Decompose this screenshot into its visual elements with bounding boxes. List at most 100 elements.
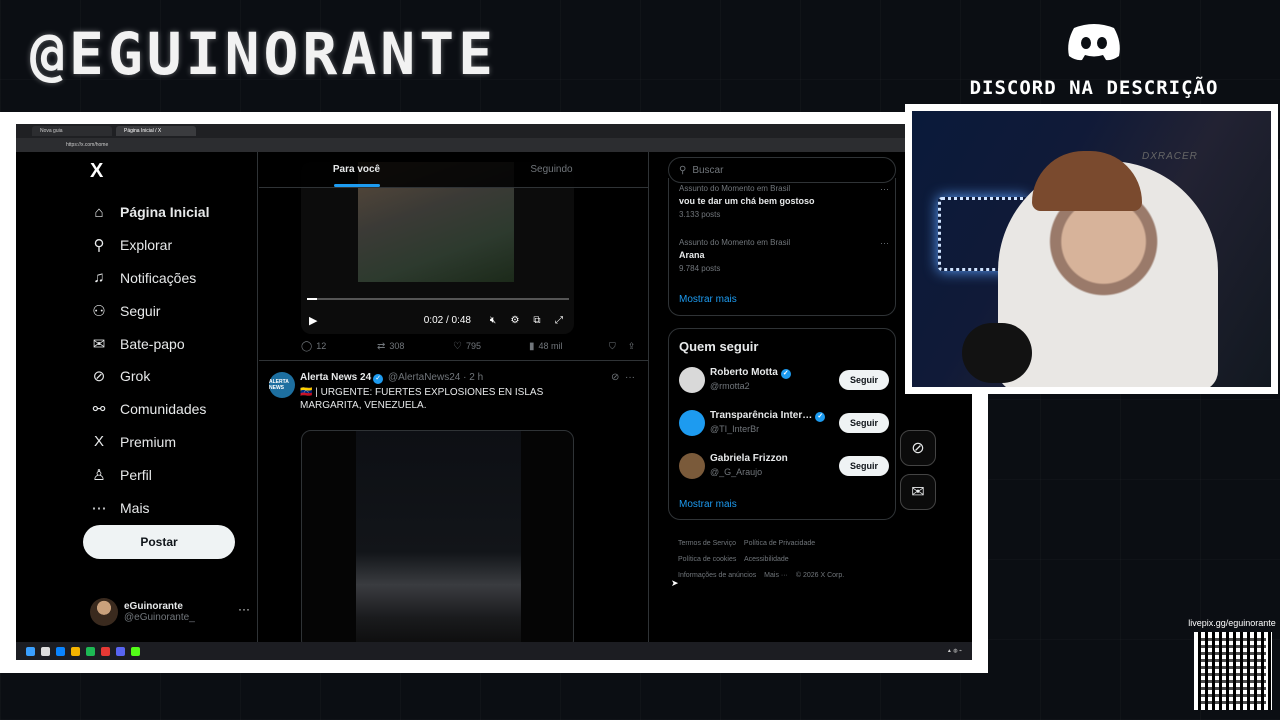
streamer-hair (1032, 151, 1142, 211)
footer-link[interactable]: Política de cookies (678, 556, 736, 563)
follow-button[interactable]: Seguir (839, 413, 889, 433)
grok-icon[interactable]: ⊘ (611, 372, 619, 383)
windows-taskbar: ▲ ◍ ⌁ (16, 642, 972, 660)
play-icon[interactable]: ▶ (309, 314, 317, 327)
tab-for-you[interactable]: Para você (259, 152, 454, 187)
follow-suggestion[interactable]: Roberto Motta ✓ @rmotta2 Seguir (679, 365, 889, 395)
tweet-video[interactable] (301, 430, 574, 642)
tweet-tools: ⊘ ··· (611, 372, 635, 383)
taskbar-app-icon[interactable] (131, 646, 140, 656)
video-progress-bar[interactable] (307, 298, 569, 300)
system-tray[interactable]: ▲ ◍ ⌁ (947, 648, 962, 654)
follow-button[interactable]: Seguir (839, 456, 889, 476)
mail-icon: ✉ (92, 335, 106, 353)
taskbar-app-icon[interactable] (101, 646, 110, 656)
nav-item-premium[interactable]: X Premium (90, 426, 209, 459)
repost-count: 308 (389, 341, 405, 351)
follow-suggestion[interactable]: Gabriela Frizzon @_G_Araujo Seguir (679, 451, 889, 481)
address-bar[interactable]: https://x.com/home (16, 138, 972, 152)
nav-label: Mais (120, 499, 150, 516)
like-button[interactable]: ♡ 795 (453, 341, 529, 352)
more-options-icon[interactable]: ··· (880, 238, 889, 248)
nav-label: Seguir (120, 302, 161, 319)
more-options-icon[interactable]: ··· (625, 372, 635, 383)
mute-icon[interactable]: 🔇︎ (485, 315, 501, 326)
more-options-icon[interactable]: ··· (880, 184, 889, 194)
nav-item-grok[interactable]: ⊘ Grok (90, 360, 209, 393)
suggestion-name: Roberto Motta ✓ (710, 367, 791, 379)
discord-icon (1068, 24, 1120, 61)
taskbar-app-icon[interactable] (86, 646, 95, 656)
footer-link[interactable]: Informações de anúncios (678, 572, 756, 579)
nav-item-home[interactable]: ⌂ Página Inicial (90, 196, 209, 229)
pip-icon[interactable]: ⧉ (529, 315, 545, 326)
trend-item[interactable]: Assunto do Momento em Brasil vou te dar … (679, 184, 889, 219)
messages-floating-button[interactable]: ✉ (900, 474, 936, 510)
follow-suggestion[interactable]: Transparência Inter… ✓ @TI_InterBr Seguir (679, 408, 889, 438)
nav-label: Explorar (120, 237, 173, 254)
more-options-icon[interactable]: ··· (238, 602, 250, 616)
x-logo-icon[interactable]: X (90, 160, 103, 183)
taskbar-app-icon[interactable] (56, 646, 65, 656)
avatar[interactable] (679, 410, 705, 436)
avatar[interactable] (679, 367, 705, 393)
browser-tab[interactable]: Nova guia (32, 126, 112, 136)
trend-item[interactable]: Assunto do Momento em Brasil Arana 9.784… (679, 238, 889, 273)
tweet-header: Alerta News 24 ✓ @AlertaNews24 · 2 h (300, 372, 483, 384)
share-icon[interactable]: ⇪ (628, 341, 636, 352)
search-input[interactable]: ⚲ Buscar (668, 157, 896, 183)
nav-item-chat[interactable]: ✉ Bate-papo (90, 327, 209, 360)
nav-item-communities[interactable]: ⚯ Comunidades (90, 393, 209, 426)
reply-button[interactable]: ◯ 12 (301, 341, 377, 352)
browser-tab-active[interactable]: Página Inicial / X (116, 126, 196, 136)
views-button[interactable]: ▮ 48 mil (529, 341, 605, 352)
taskbar-app-icon[interactable] (71, 646, 80, 656)
start-icon[interactable] (26, 646, 35, 656)
nav-item-profile[interactable]: ♙ Perfil (90, 458, 209, 491)
mail-icon: ✉ (911, 484, 925, 501)
taskbar-search-icon[interactable] (41, 646, 50, 656)
like-count: 795 (465, 341, 481, 351)
divider (259, 360, 648, 361)
account-name: eGuinorante (124, 601, 183, 612)
avatar[interactable] (679, 453, 705, 479)
footer-link[interactable]: Política de Privacidade (744, 540, 815, 547)
stream-overlay: @EGUINORANTE DISCORD NA DESCRIÇÃO Nova g… (0, 0, 1280, 720)
post-button[interactable]: Postar (83, 525, 235, 559)
follow-button[interactable]: Seguir (839, 370, 889, 390)
tab-following[interactable]: Seguindo (454, 152, 648, 187)
avatar (90, 598, 118, 626)
video-time: 0:02 / 0:48 (423, 314, 471, 326)
x-page: X ⌂ Página Inicial ⚲ Explorar ♫ Notificaçõe… (16, 152, 972, 642)
repost-button[interactable]: ⇄ 308 (377, 341, 453, 352)
nav-item-explore[interactable]: ⚲ Explorar (90, 229, 209, 262)
footer-link[interactable]: Termos de Serviço (678, 540, 736, 547)
footer-link[interactable]: Acessibilidade (744, 556, 789, 563)
settings-icon[interactable]: ⚙ (507, 315, 523, 326)
video-controls: ▶ 0:02 / 0:48 🔇︎ ⚙ ⧉ ⤢ (309, 312, 567, 328)
bookmark-icon[interactable]: ⛉ (609, 341, 616, 352)
qr-code (1194, 632, 1272, 710)
nav-label: Perfil (120, 466, 152, 483)
account-handle: @eGuinorante_ (124, 612, 195, 623)
nav-item-notifications[interactable]: ♫ Notificações (90, 262, 209, 295)
nav-item-follow[interactable]: ⚇ Seguir (90, 294, 209, 327)
chair-logo: DXRACER (1142, 151, 1198, 162)
show-more-link[interactable]: Mostrar mais (679, 499, 737, 510)
taskbar-app-icon[interactable] (116, 646, 125, 656)
nav-item-more[interactable]: ⋯ Mais (90, 491, 209, 524)
trend-count: 9.784 posts (679, 264, 721, 273)
fullscreen-icon[interactable]: ⤢ (551, 315, 567, 326)
grok-icon: ⊘ (92, 368, 106, 386)
grok-floating-button[interactable]: ⊘ (900, 430, 936, 466)
suggestion-name: Gabriela Frizzon (710, 453, 788, 464)
nav-list: ⌂ Página Inicial ⚲ Explorar ♫ Notificações … (90, 196, 210, 524)
account-switcher[interactable]: eGuinorante @eGuinorante_ ··· (90, 592, 250, 632)
reply-icon: ◯ (301, 340, 313, 352)
profile-icon: ♙ (92, 466, 106, 484)
footer-link[interactable]: Mais ··· (764, 572, 788, 579)
show-more-link[interactable]: Mostrar mais (679, 294, 737, 305)
tweet-author[interactable]: Alerta News 24 (300, 372, 371, 383)
tweet-avatar[interactable]: ALERTA NEWS (269, 372, 295, 398)
repost-icon: ⇄ (377, 340, 386, 352)
